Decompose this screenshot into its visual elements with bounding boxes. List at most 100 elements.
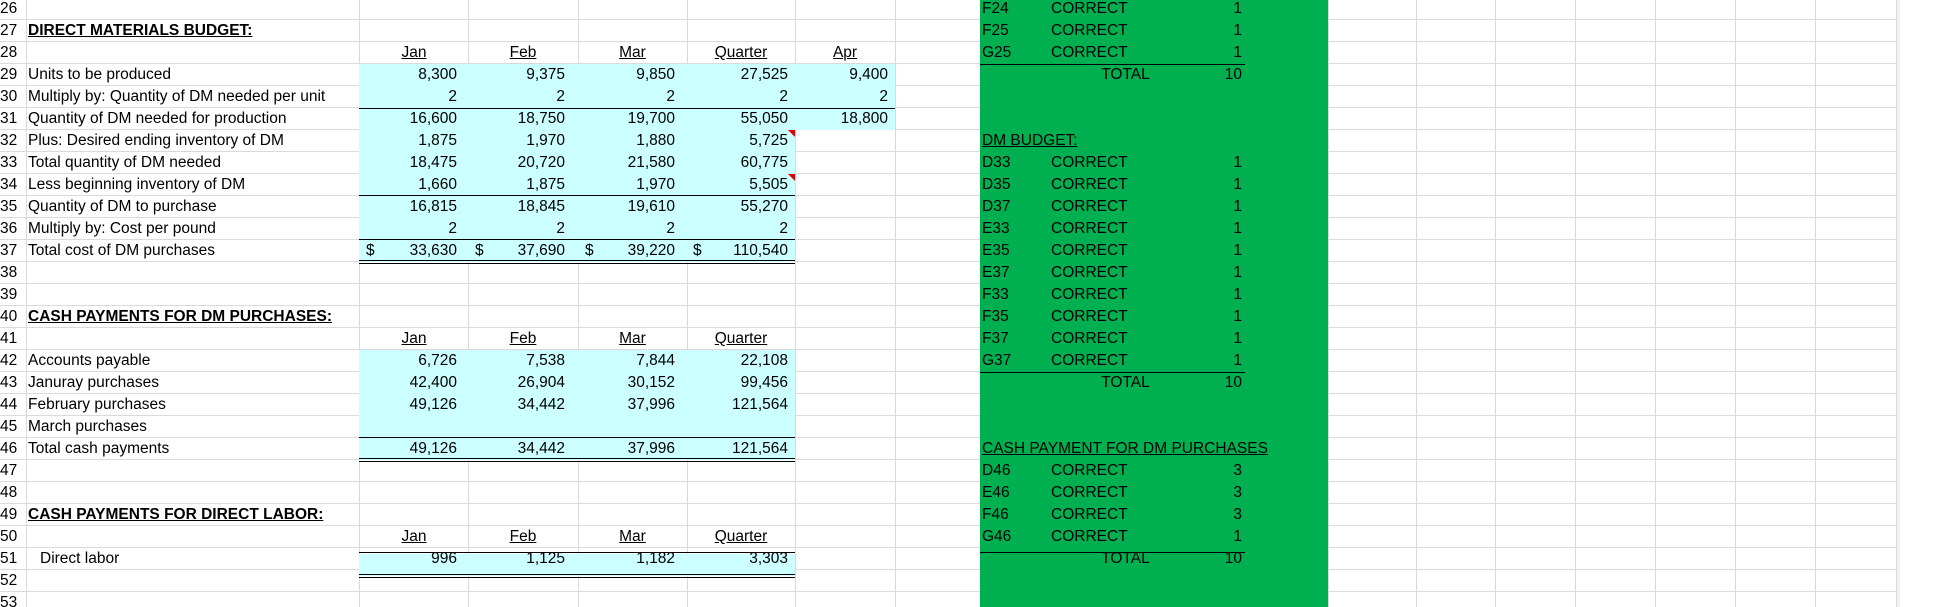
dm-budget-value[interactable]: 1,660 bbox=[365, 174, 457, 196]
cash-dm-value[interactable]: 22,108 bbox=[692, 350, 788, 372]
grader-score: 1 bbox=[1233, 154, 1242, 171]
dm-budget-value[interactable]: 2 bbox=[583, 86, 675, 108]
cash-dm-value[interactable]: 6,726 bbox=[365, 350, 457, 372]
dm-budget-value[interactable]: 19,700 bbox=[583, 108, 675, 130]
dm-budget-value[interactable]: 2 bbox=[692, 218, 788, 240]
dm-budget-value[interactable]: 2 bbox=[473, 86, 565, 108]
dm-budget-value[interactable]: 27,525 bbox=[692, 64, 788, 86]
dm-budget-value[interactable]: 16,600 bbox=[365, 108, 457, 130]
cash-dl-value[interactable]: 996 bbox=[365, 548, 457, 570]
dm-budget-value[interactable]: 2 bbox=[800, 86, 888, 108]
dm-budget-value[interactable]: 39,220 bbox=[583, 240, 675, 262]
cash-dl-title: CASH PAYMENTS FOR DIRECT LABOR: bbox=[28, 506, 324, 523]
dm-budget-value[interactable]: 55,270 bbox=[692, 196, 788, 218]
row-header[interactable]: 51 bbox=[0, 548, 26, 570]
dm-budget-value[interactable]: 1,875 bbox=[365, 130, 457, 152]
row-header[interactable]: 52 bbox=[0, 570, 26, 592]
row-header[interactable]: 35 bbox=[0, 196, 26, 218]
row-header[interactable]: 43 bbox=[0, 372, 26, 394]
dm-budget-row-label: Total cost of DM purchases bbox=[28, 242, 215, 259]
row-header[interactable]: 37 bbox=[0, 240, 26, 262]
grader-cell-ref: E46 bbox=[982, 484, 1010, 501]
cash-dl-value[interactable]: 1,182 bbox=[583, 548, 675, 570]
row-header[interactable]: 33 bbox=[0, 152, 26, 174]
cash-dm-value[interactable]: 99,456 bbox=[692, 372, 788, 394]
dm-budget-value[interactable]: 19,610 bbox=[583, 196, 675, 218]
cash-dm-value[interactable]: 42,400 bbox=[365, 372, 457, 394]
row-header[interactable]: 47 bbox=[0, 460, 26, 482]
dm-budget-value[interactable]: 9,375 bbox=[473, 64, 565, 86]
dm-budget-row-label: Units to be produced bbox=[28, 66, 172, 83]
row-header[interactable]: 26 bbox=[0, 0, 26, 20]
row-header[interactable]: 40 bbox=[0, 306, 26, 328]
cash-dm-value[interactable]: 7,538 bbox=[473, 350, 565, 372]
dm-budget-value[interactable]: 21,580 bbox=[583, 152, 675, 174]
dm-budget-value[interactable]: 18,800 bbox=[800, 108, 888, 130]
dm-budget-value[interactable]: 18,475 bbox=[365, 152, 457, 174]
row-gridline bbox=[0, 459, 1900, 460]
row-header[interactable]: 48 bbox=[0, 482, 26, 504]
dm-budget-value[interactable]: 2 bbox=[473, 218, 565, 240]
dm-budget-value[interactable]: 5,725 bbox=[692, 130, 788, 152]
dm-budget-value[interactable]: 1,880 bbox=[583, 130, 675, 152]
row-header[interactable]: 49 bbox=[0, 504, 26, 526]
dm-budget-value[interactable]: 2 bbox=[583, 218, 675, 240]
row-header[interactable]: 44 bbox=[0, 394, 26, 416]
cash-dm-value[interactable]: 121,564 bbox=[692, 438, 788, 460]
row-header[interactable]: 27 bbox=[0, 20, 26, 42]
row-header[interactable]: 32 bbox=[0, 130, 26, 152]
dm-budget-value[interactable]: 9,400 bbox=[800, 64, 888, 86]
row-header[interactable]: 30 bbox=[0, 86, 26, 108]
row-header[interactable]: 36 bbox=[0, 218, 26, 240]
row-header[interactable]: 42 bbox=[0, 350, 26, 372]
row-header[interactable]: 31 bbox=[0, 108, 26, 130]
dm-budget-value[interactable]: 33,630 bbox=[365, 240, 457, 262]
comment-indicator[interactable] bbox=[788, 174, 795, 181]
dm-budget-value[interactable]: 18,750 bbox=[473, 108, 565, 130]
row-header[interactable]: 39 bbox=[0, 284, 26, 306]
cash-dm-value[interactable]: 26,904 bbox=[473, 372, 565, 394]
dm-budget-value[interactable]: 18,845 bbox=[473, 196, 565, 218]
dm-budget-value[interactable]: 9,850 bbox=[583, 64, 675, 86]
row-header[interactable]: 29 bbox=[0, 64, 26, 86]
cash-dm-value[interactable]: 30,152 bbox=[583, 372, 675, 394]
dm-budget-value[interactable]: 1,875 bbox=[473, 174, 565, 196]
row-header[interactable]: 45 bbox=[0, 416, 26, 438]
row-header[interactable]: 50 bbox=[0, 526, 26, 548]
dm-budget-value[interactable]: 16,815 bbox=[365, 196, 457, 218]
cash-dm-value[interactable]: 34,442 bbox=[473, 394, 565, 416]
dm-budget-value[interactable]: 5,505 bbox=[692, 174, 788, 196]
grader-score: 1 bbox=[1233, 176, 1242, 193]
dm-budget-value[interactable]: 8,300 bbox=[365, 64, 457, 86]
dm-budget-value[interactable]: 2 bbox=[692, 86, 788, 108]
row-header[interactable]: 38 bbox=[0, 262, 26, 284]
cash-dm-value[interactable]: 7,844 bbox=[583, 350, 675, 372]
cash-dm-value[interactable]: 37,996 bbox=[583, 394, 675, 416]
row-gridline bbox=[0, 283, 1900, 284]
dm-budget-value[interactable]: 110,540 bbox=[692, 240, 788, 262]
row-header[interactable]: 41 bbox=[0, 328, 26, 350]
row-header[interactable]: 46 bbox=[0, 438, 26, 460]
dm-budget-value[interactable]: 1,970 bbox=[583, 174, 675, 196]
dm-budget-value[interactable]: 20,720 bbox=[473, 152, 565, 174]
cash-dm-value[interactable]: 49,126 bbox=[365, 438, 457, 460]
cash-dm-value[interactable]: 121,564 bbox=[692, 394, 788, 416]
cash-dl-value[interactable]: 3,303 bbox=[692, 548, 788, 570]
spreadsheet-grid[interactable]: 26 27 28 29 30 31 32 33 34 35 36 37 38 39 40 41 42 43 44 45… bbox=[0, 0, 1900, 607]
dm-budget-value[interactable]: 2 bbox=[365, 86, 457, 108]
cash-dm-value[interactable]: 34,442 bbox=[473, 438, 565, 460]
dm-budget-value[interactable]: 60,775 bbox=[692, 152, 788, 174]
dm-budget-value[interactable]: 37,690 bbox=[473, 240, 565, 262]
row-header[interactable]: 34 bbox=[0, 174, 26, 196]
comment-indicator[interactable] bbox=[788, 130, 795, 137]
dm-budget-value[interactable]: 1,970 bbox=[473, 130, 565, 152]
cash-dm-value[interactable]: 49,126 bbox=[365, 394, 457, 416]
cash-dm-row-label: Total cash payments bbox=[28, 440, 170, 457]
row-header[interactable]: 53 bbox=[0, 592, 26, 607]
vertical-scrollbar[interactable] bbox=[1896, 0, 1900, 607]
dm-budget-value[interactable]: 55,050 bbox=[692, 108, 788, 130]
cash-dl-value[interactable]: 1,125 bbox=[473, 548, 565, 570]
row-header[interactable]: 28 bbox=[0, 42, 26, 64]
dm-budget-value[interactable]: 2 bbox=[365, 218, 457, 240]
cash-dm-value[interactable]: 37,996 bbox=[583, 438, 675, 460]
